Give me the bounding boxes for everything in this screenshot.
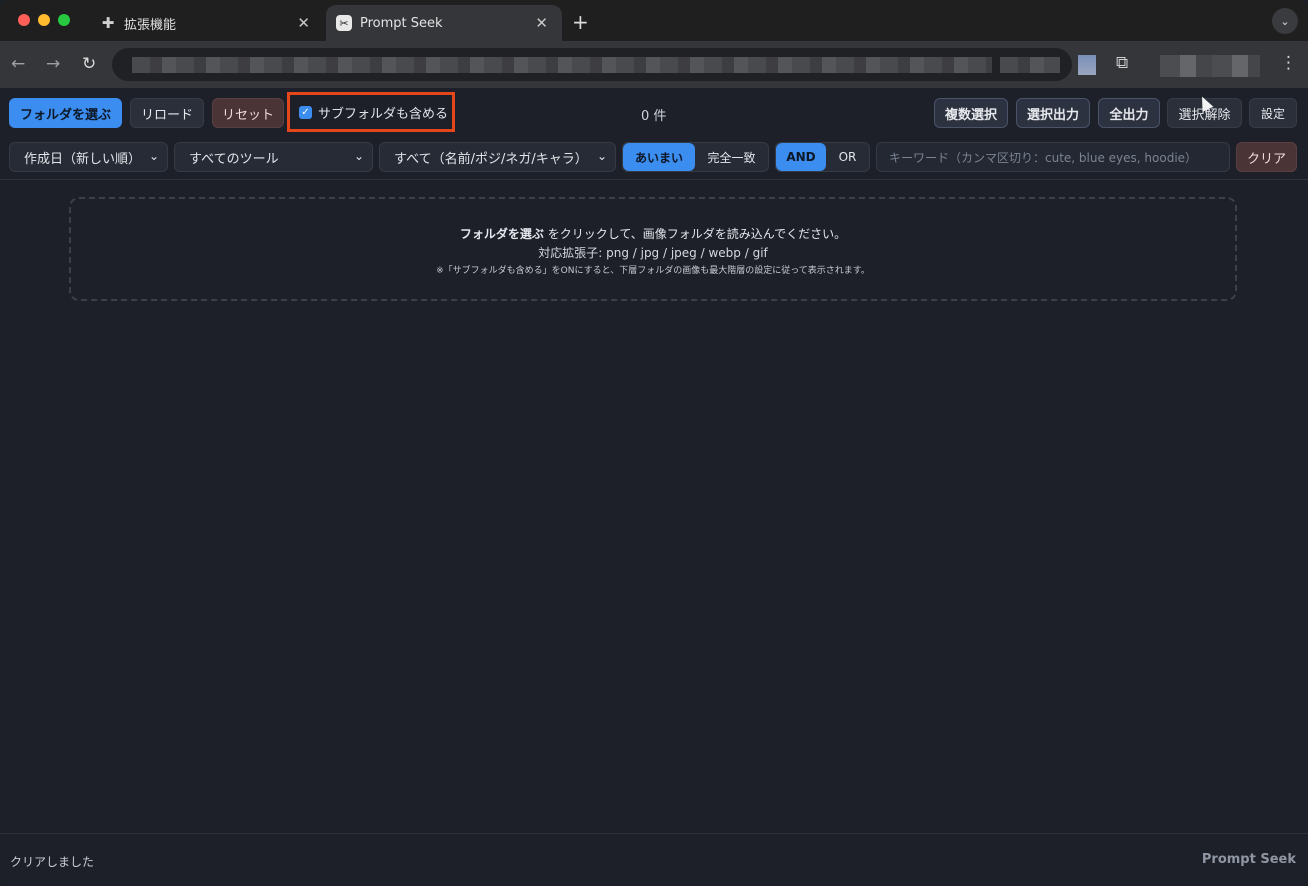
tab-prompt-seek[interactable]: ✂ Prompt Seek ✕ bbox=[326, 5, 562, 41]
forward-arrow-icon[interactable]: → bbox=[46, 54, 60, 74]
address-bar[interactable] bbox=[112, 48, 1072, 81]
dropzone-extensions: 対応拡張子: png / jpg / jpeg / webp / gif bbox=[538, 246, 768, 260]
dropzone-instruction-bold: フォルダを選ぶ bbox=[459, 227, 544, 241]
browser-toolbar: ← → ↻ ⧉ ⋮ bbox=[0, 41, 1308, 88]
clear-button[interactable]: クリア bbox=[1236, 142, 1297, 172]
extension-icon[interactable] bbox=[1078, 55, 1096, 75]
status-message: クリアしました bbox=[10, 855, 95, 869]
redacted-url bbox=[132, 57, 992, 73]
close-window-button[interactable] bbox=[18, 14, 30, 26]
checkbox-checked-icon[interactable]: ✓ bbox=[299, 105, 312, 119]
dropzone-instruction: フォルダを選ぶ をクリックして、画像フォルダを読み込んでください。 bbox=[71, 225, 1235, 242]
export-all-button[interactable]: 全出力 bbox=[1098, 98, 1160, 128]
chevron-down-icon: ⌄ bbox=[596, 149, 607, 163]
folder-dropzone[interactable]: フォルダを選ぶ をクリックして、画像フォルダを読み込んでください。 対応拡張子:… bbox=[69, 197, 1237, 301]
keyword-input[interactable]: キーワード（カンマ区切り：cute, blue eyes, hoodie） bbox=[876, 142, 1230, 172]
field-select[interactable]: すべて（名前/ポジ/ネガ/キャラ） ⌄ bbox=[379, 142, 616, 172]
tab-extensions[interactable]: ✚ 拡張機能 ✕ bbox=[90, 5, 324, 41]
field-select-value: すべて（名前/ポジ/ネガ/キャラ） bbox=[394, 151, 588, 167]
sort-select-value: 作成日（新しい順） bbox=[24, 151, 142, 167]
more-menu-icon[interactable]: ⋮ bbox=[1280, 53, 1297, 73]
puzzle-icon: ✚ bbox=[101, 14, 115, 32]
match-fuzzy-option[interactable]: あいまい bbox=[623, 143, 695, 171]
logic-toggle: AND OR bbox=[775, 142, 870, 172]
filter-bar: 作成日（新しい順） ⌄ すべてのツール ⌄ すべて（名前/ポジ/ネガ/キャラ） … bbox=[0, 136, 1308, 180]
tab-title: 拡張機能 bbox=[124, 17, 177, 33]
settings-button[interactable]: 設定 bbox=[1249, 98, 1297, 128]
tab-strip: ✚ 拡張機能 ✕ ✂ Prompt Seek ✕ + ⌄ bbox=[0, 0, 1308, 41]
minimize-window-button[interactable] bbox=[38, 14, 50, 26]
status-footer: クリアしました Prompt Seek bbox=[0, 833, 1308, 886]
match-mode-toggle: あいまい 完全一致 bbox=[622, 142, 769, 172]
export-selected-button[interactable]: 選択出力 bbox=[1016, 98, 1090, 128]
dropzone-note: ※「サブフォルダも含める」をONにすると、下層フォルダの画像も最大階層の設定に従… bbox=[436, 266, 870, 276]
browser-window: ✚ 拡張機能 ✕ ✂ Prompt Seek ✕ + ⌄ ← → ↻ ⧉ ⋮ フ… bbox=[0, 0, 1308, 886]
app-root: フォルダを選ぶ リロード リセット ✓ サブフォルダも含める 0 件 複数選択 … bbox=[0, 88, 1308, 886]
close-icon[interactable]: ✕ bbox=[297, 14, 310, 32]
back-arrow-icon[interactable]: ← bbox=[11, 54, 25, 74]
result-count: 0 件 bbox=[641, 109, 667, 124]
dropzone-instruction-text: をクリックして、画像フォルダを読み込んでください。 bbox=[543, 227, 847, 241]
logic-or-option[interactable]: OR bbox=[826, 143, 869, 171]
logic-and-option[interactable]: AND bbox=[776, 143, 826, 171]
chevron-down-icon: ⌄ bbox=[148, 149, 159, 163]
action-bar: フォルダを選ぶ リロード リセット ✓ サブフォルダも含める 0 件 複数選択 … bbox=[0, 88, 1308, 136]
tab-search-button[interactable]: ⌄ bbox=[1272, 8, 1298, 34]
new-tab-button[interactable]: + bbox=[572, 10, 589, 34]
sort-select[interactable]: 作成日（新しい順） ⌄ bbox=[9, 142, 168, 172]
redacted-profile[interactable] bbox=[1160, 55, 1260, 77]
include-subfolders-label: サブフォルダも含める bbox=[318, 106, 449, 122]
close-icon[interactable]: ✕ bbox=[535, 14, 548, 32]
tool-select[interactable]: すべてのツール ⌄ bbox=[174, 142, 373, 172]
match-exact-option[interactable]: 完全一致 bbox=[695, 143, 768, 171]
reload-button[interactable]: リロード bbox=[130, 98, 204, 128]
extensions-puzzle-icon[interactable]: ⧉ bbox=[1116, 53, 1128, 73]
footer-brand: Prompt Seek bbox=[1201, 852, 1296, 867]
reload-icon[interactable]: ↻ bbox=[82, 54, 96, 74]
reset-button[interactable]: リセット bbox=[212, 98, 284, 128]
chevron-down-icon: ⌄ bbox=[353, 149, 364, 163]
app-favicon-icon: ✂ bbox=[336, 15, 352, 31]
tool-select-value: すべてのツール bbox=[189, 151, 279, 167]
tab-title: Prompt Seek bbox=[360, 15, 443, 31]
multi-select-button[interactable]: 複数選択 bbox=[934, 98, 1008, 128]
redacted-url bbox=[1000, 57, 1060, 73]
maximize-window-button[interactable] bbox=[58, 14, 70, 26]
choose-folder-button[interactable]: フォルダを選ぶ bbox=[9, 98, 122, 128]
include-subfolders-toggle[interactable]: ✓ サブフォルダも含める bbox=[287, 92, 455, 132]
